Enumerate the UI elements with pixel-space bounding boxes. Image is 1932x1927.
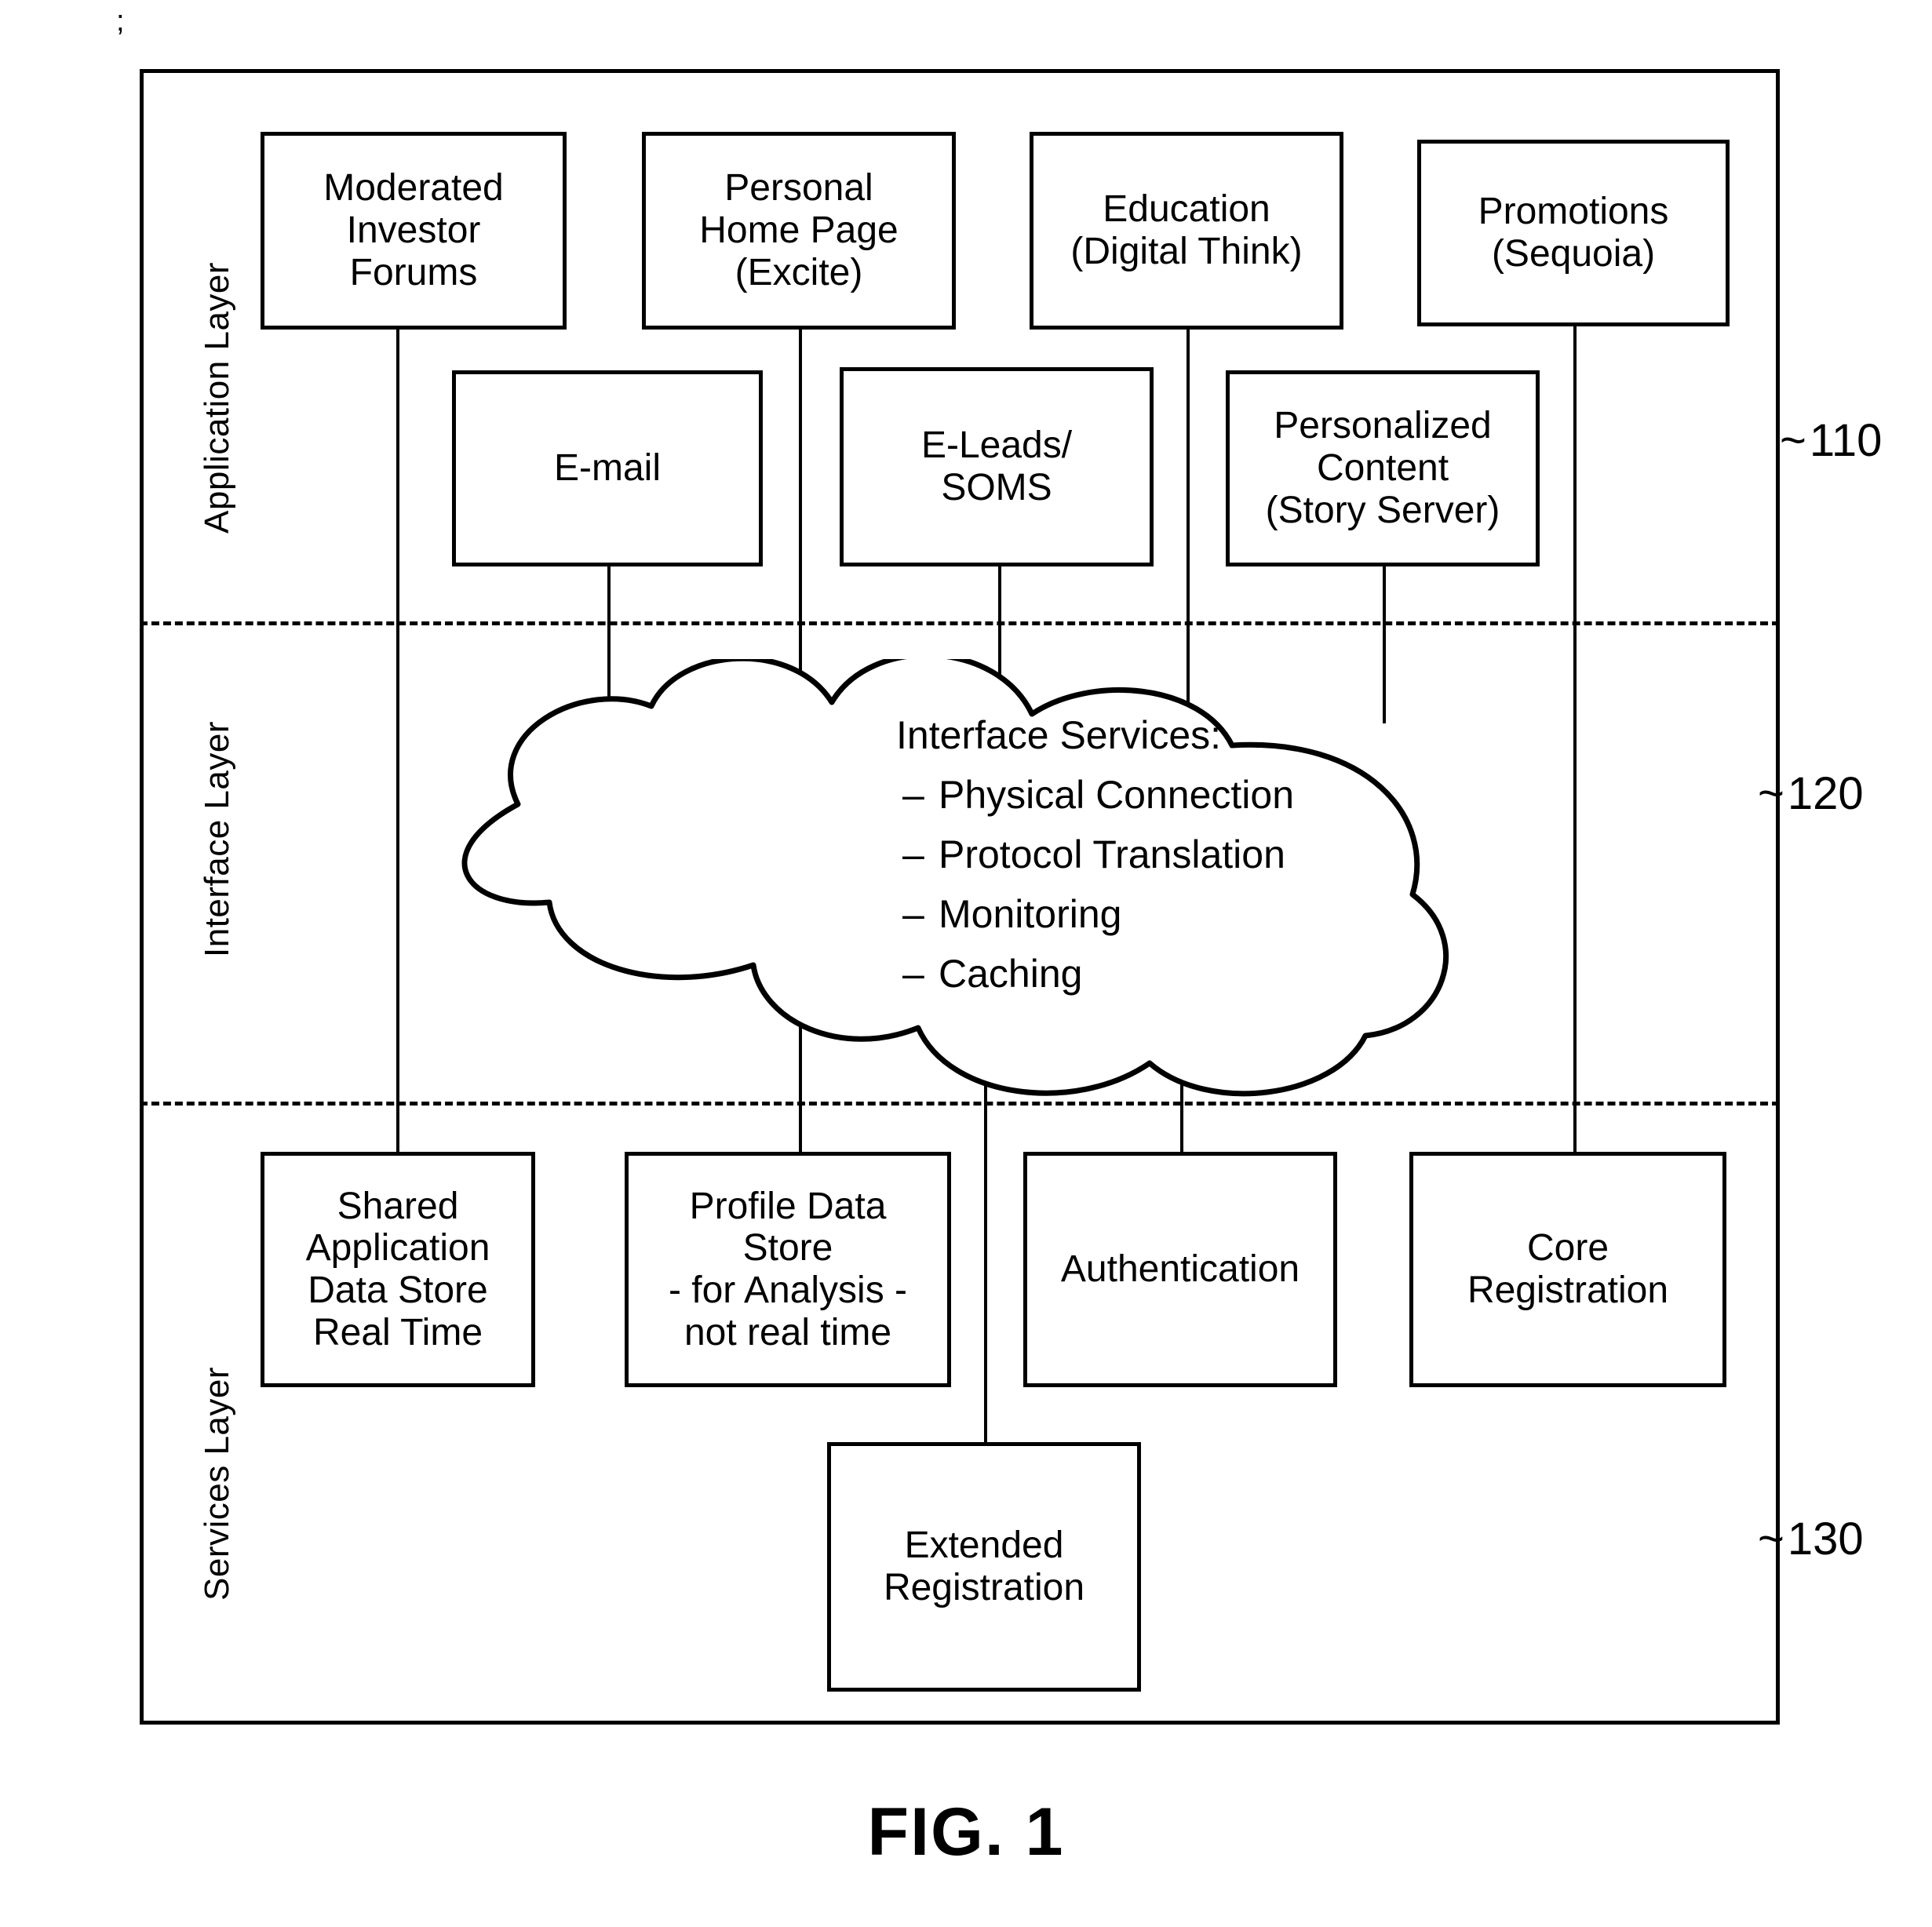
- scan-artifact-mark: ;: [116, 5, 125, 38]
- node-email-label: E-mail: [553, 447, 661, 490]
- node-moderated-investor-forums: Moderated Investor Forums: [261, 132, 567, 330]
- node-moderated-investor-forums-label: Moderated Investor Forums: [323, 167, 504, 293]
- node-core-registration: Core Registration: [1409, 1152, 1726, 1387]
- node-profile-data-store-label: Profile Data Store - for Analysis - not …: [668, 1185, 908, 1353]
- reference-numeral-120-value: 120: [1787, 768, 1864, 819]
- reference-numeral-130-value: 130: [1787, 1514, 1864, 1565]
- layer-label-interface: Interface Layer: [198, 721, 236, 957]
- node-extended-registration: Extended Registration: [827, 1442, 1141, 1692]
- node-email: E-mail: [452, 370, 763, 566]
- node-authentication-label: Authentication: [1060, 1248, 1300, 1291]
- node-promotions-label: Promotions (Sequoia): [1478, 191, 1669, 275]
- divider-interface-services: [140, 1102, 1780, 1106]
- reference-leader-120: ~: [1758, 768, 1784, 819]
- reference-leader-130: ~: [1758, 1514, 1784, 1565]
- node-personal-home-page-label: Personal Home Page (Excite): [699, 167, 899, 293]
- node-personal-home-page: Personal Home Page (Excite): [642, 132, 956, 330]
- node-extended-registration-label: Extended Registration: [883, 1524, 1085, 1608]
- node-education: Education (Digital Think): [1030, 132, 1343, 330]
- interface-service-item-protocol-translation: Protocol Translation: [896, 835, 1445, 874]
- reference-numeral-110-value: 110: [1809, 415, 1883, 466]
- reference-numeral-110: ~110: [1780, 414, 1882, 467]
- interface-service-item-monitoring: Monitoring: [896, 894, 1445, 934]
- reference-numeral-120: ~120: [1758, 767, 1864, 820]
- figure-caption: FIG. 1: [867, 1794, 1065, 1870]
- patent-figure-page: ; Application Layer Interface Layer Serv…: [0, 0, 1932, 1927]
- node-core-registration-label: Core Registration: [1467, 1227, 1669, 1311]
- layer-label-application: Application Layer: [198, 261, 236, 534]
- layer-label-services: Services Layer: [198, 1366, 236, 1601]
- node-personalized-content-label: Personalized Content (Story Server): [1265, 405, 1500, 531]
- divider-application-interface: [140, 621, 1780, 625]
- interface-service-item-caching: Caching: [896, 954, 1445, 993]
- node-education-label: Education (Digital Think): [1070, 188, 1303, 272]
- interface-services-title: Interface Services:: [896, 713, 1222, 757]
- node-e-leads-soms-label: E-Leads/ SOMS: [920, 424, 1073, 508]
- node-personalized-content: Personalized Content (Story Server): [1226, 370, 1540, 566]
- node-shared-application-data-store: Shared Application Data Store Real Time: [261, 1152, 535, 1387]
- interface-services-text-block: Interface Services: Physical Connection …: [896, 716, 1445, 993]
- reference-leader-110: ~: [1780, 415, 1806, 466]
- connector-education-to-cloud: [1187, 330, 1190, 706]
- interface-service-item-physical-connection: Physical Connection: [896, 775, 1445, 814]
- node-shared-application-data-store-label: Shared Application Data Store Real Time: [305, 1185, 490, 1353]
- node-profile-data-store: Profile Data Store - for Analysis - not …: [625, 1152, 951, 1387]
- node-authentication: Authentication: [1023, 1152, 1337, 1387]
- node-e-leads-soms: E-Leads/ SOMS: [840, 367, 1154, 566]
- reference-numeral-130: ~130: [1758, 1513, 1864, 1565]
- node-promotions: Promotions (Sequoia): [1417, 140, 1730, 326]
